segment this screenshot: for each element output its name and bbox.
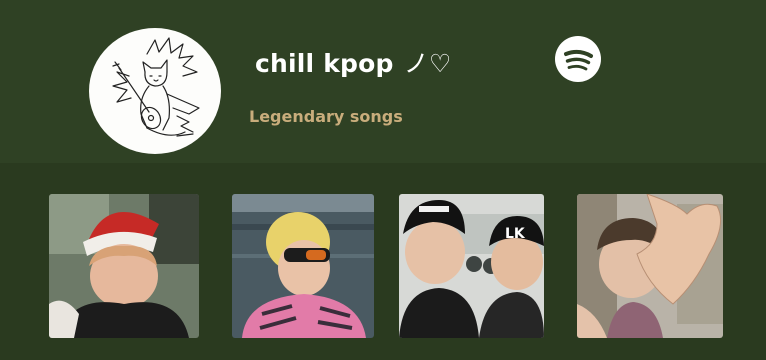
photo-santa-hat[interactable] <box>49 194 199 338</box>
title-decoration: ノ♡ <box>403 49 452 78</box>
photo-heart-hands[interactable] <box>577 194 723 338</box>
playlist-title-text: chill kpop <box>255 49 394 78</box>
playlist-title: chill kpop ノ♡ <box>255 44 451 80</box>
svg-text:LK: LK <box>505 226 526 242</box>
photo-two-friends-caps[interactable]: LK <box>399 194 544 338</box>
playlist-subtitle: Legendary songs <box>249 107 403 126</box>
spotify-logo-icon[interactable] <box>555 36 601 82</box>
photo-sunglasses[interactable] <box>232 194 374 338</box>
cat-guitar-avatar-icon <box>89 28 221 154</box>
